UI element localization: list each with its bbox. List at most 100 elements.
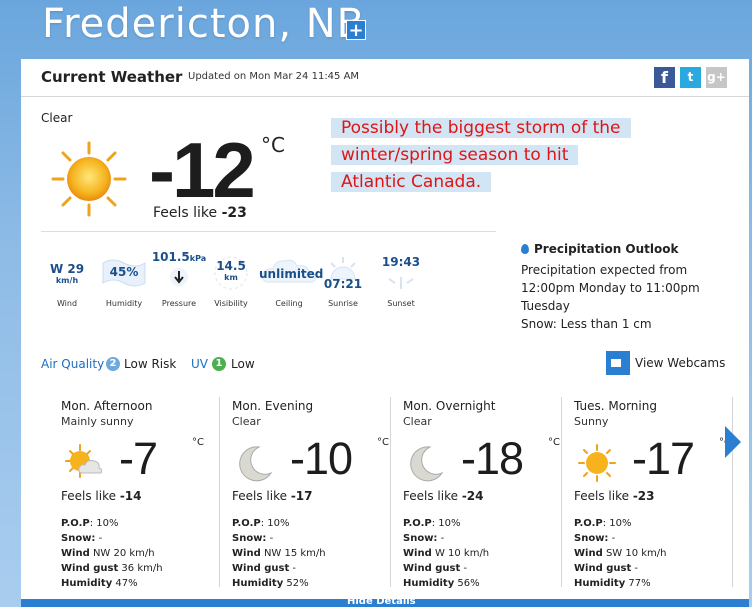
wind-value: W 29	[49, 262, 85, 276]
annotation-line: Possibly the biggest storm of the	[331, 118, 631, 138]
google-plus-share-button[interactable]: g+	[706, 67, 727, 88]
facebook-share-button[interactable]: f	[654, 67, 675, 88]
humidity-label: Humidity	[61, 578, 113, 589]
wind-gust-value: -	[463, 563, 468, 574]
forecast-temperature: -7	[119, 433, 158, 484]
wind-value: SW 10 km/h	[605, 548, 667, 559]
pressure-label: Pressure	[161, 299, 197, 308]
weather-panel: Current Weather Updated on Mon Mar 24 11…	[21, 59, 749, 607]
precipitation-line: Precipitation expected from	[521, 263, 688, 277]
sunrise-value: 07:21	[323, 277, 363, 291]
wind-gust-value: 36 km/h	[121, 563, 163, 574]
air-quality-link[interactable]: Air Quality	[41, 357, 104, 371]
wind-gust-value: -	[634, 563, 639, 574]
feels-like-value: -24	[461, 489, 484, 503]
wind-label: Wind	[56, 299, 78, 308]
updated-timestamp: Updated on Mon Mar 24 11:45 AM	[188, 71, 360, 82]
pressure-arrow-icon	[170, 268, 188, 286]
sun-cloud-icon	[65, 444, 103, 478]
air-quality-index-badge: 2	[106, 357, 120, 371]
annotation-line: Atlantic Canada.	[331, 172, 492, 192]
sunset-label: Sunset	[387, 299, 415, 308]
sunrise-label: Sunrise	[328, 299, 358, 308]
forecast-details: P.O.P: 10% Snow: - Wind SW 10 km/h Wind …	[574, 518, 667, 589]
forecast-details: P.O.P: 10% Snow: - Wind NW 20 km/h Wind …	[61, 518, 163, 589]
current-temperature: -12	[149, 126, 256, 214]
snow-label: Snow:	[574, 533, 609, 544]
feels-like-label: Feels like	[232, 489, 291, 503]
wind-unit: km/h	[55, 276, 79, 285]
pop-label: P.O.P	[61, 518, 90, 529]
forecast-condition: Clear	[403, 415, 432, 428]
temperature-unit: °C	[261, 133, 285, 157]
humidity-label: Humidity	[232, 578, 284, 589]
air-quality-risk: Low Risk	[124, 357, 177, 371]
ceiling-value: unlimited	[259, 267, 324, 281]
stat-ceiling: unlimited Ceiling	[259, 259, 323, 308]
current-feels-like: Feels like -23	[153, 205, 247, 221]
uv-text: Low	[231, 357, 255, 371]
precipitation-body: Precipitation expected from 12:00pm Mond…	[521, 261, 731, 333]
feels-like-value: -14	[119, 489, 142, 503]
visibility-unit: km	[224, 273, 238, 282]
stat-visibility: 14.5 km Visibility	[211, 256, 251, 308]
feels-like-label: Feels like	[61, 489, 120, 503]
forecast-period-title: Mon. Afternoon	[61, 399, 153, 413]
visibility-value: 14.5	[216, 259, 246, 273]
current-condition: Clear	[41, 111, 73, 125]
precipitation-line: 12:00pm Monday to 11:00pm	[521, 281, 700, 295]
uv-index-badge: 1	[212, 357, 226, 371]
snow-label: Snow:	[61, 533, 96, 544]
storm-annotation: Possibly the biggest storm of the winter…	[331, 115, 721, 203]
pop-label: P.O.P	[574, 518, 603, 529]
forecast-period: Tues. Morning Sunny -17 °C Feels like -2…	[563, 397, 733, 589]
pop-value: 10%	[609, 518, 632, 529]
pop-label: P.O.P	[403, 518, 432, 529]
forecast-period: Mon. Overnight Clear -18 °C Feels like -…	[392, 397, 562, 589]
feels-like-value: -23	[221, 205, 247, 221]
forecast-period: Mon. Evening Clear -10 °C Feels like -17…	[221, 397, 391, 589]
precipitation-line: Snow: Less than 1 cm	[521, 317, 652, 331]
snow-label: Snow:	[403, 533, 438, 544]
forecast-feels-like: Feels like -24	[403, 489, 484, 503]
moon-icon	[410, 446, 444, 482]
sun-icon	[51, 141, 127, 217]
wind-label: Wind	[403, 548, 432, 559]
wind-gust-label: Wind gust	[232, 563, 290, 574]
snow-value: -	[98, 533, 103, 544]
pop-value: 10%	[267, 518, 290, 529]
pop-value: 10%	[96, 518, 119, 529]
add-city-button[interactable]: +	[346, 20, 366, 41]
hide-details-button[interactable]: Hide Details	[21, 599, 749, 607]
precipitation-outlook: Precipitation Outlook Precipitation expe…	[521, 242, 731, 333]
stat-sunrise: 07:21 Sunrise	[323, 255, 363, 308]
feels-like-value: -17	[290, 489, 313, 503]
forecast-condition: Mainly sunny	[61, 415, 134, 428]
forecast-unit: °C	[192, 437, 204, 448]
wind-value: NW 15 km/h	[263, 548, 326, 559]
wind-gust-label: Wind gust	[61, 563, 119, 574]
humidity-label: Humidity	[574, 578, 626, 589]
ceiling-label: Ceiling	[275, 299, 303, 308]
sun-icon	[578, 444, 616, 482]
snow-label: Snow:	[232, 533, 267, 544]
next-forecast-arrow-icon[interactable]	[725, 426, 741, 458]
forecast-temperature: -10	[290, 433, 353, 484]
forecast-area: Mon. Afternoon Mainly sunny -7 °C Feels …	[21, 389, 749, 599]
twitter-share-button[interactable]: t	[680, 67, 701, 88]
view-webcams-label: View Webcams	[635, 356, 726, 370]
snow-value: -	[611, 533, 616, 544]
wind-value: NW 20 km/h	[92, 548, 155, 559]
forecast-details: P.O.P: 10% Snow: - Wind NW 15 km/h Wind …	[232, 518, 326, 589]
camera-icon	[606, 351, 630, 375]
stats-divider	[41, 231, 496, 232]
uv-link[interactable]: UV	[191, 357, 208, 371]
forecast-period-title: Mon. Overnight	[403, 399, 496, 413]
wind-gust-label: Wind gust	[403, 563, 461, 574]
snow-value: -	[269, 533, 274, 544]
humidity-value: 45%	[109, 265, 139, 279]
stat-humidity: 45% Humidity	[101, 257, 147, 308]
current-weather-title: Current Weather	[41, 68, 183, 86]
feels-like-label: Feels like	[153, 205, 222, 221]
forecast-feels-like: Feels like -23	[574, 489, 655, 503]
